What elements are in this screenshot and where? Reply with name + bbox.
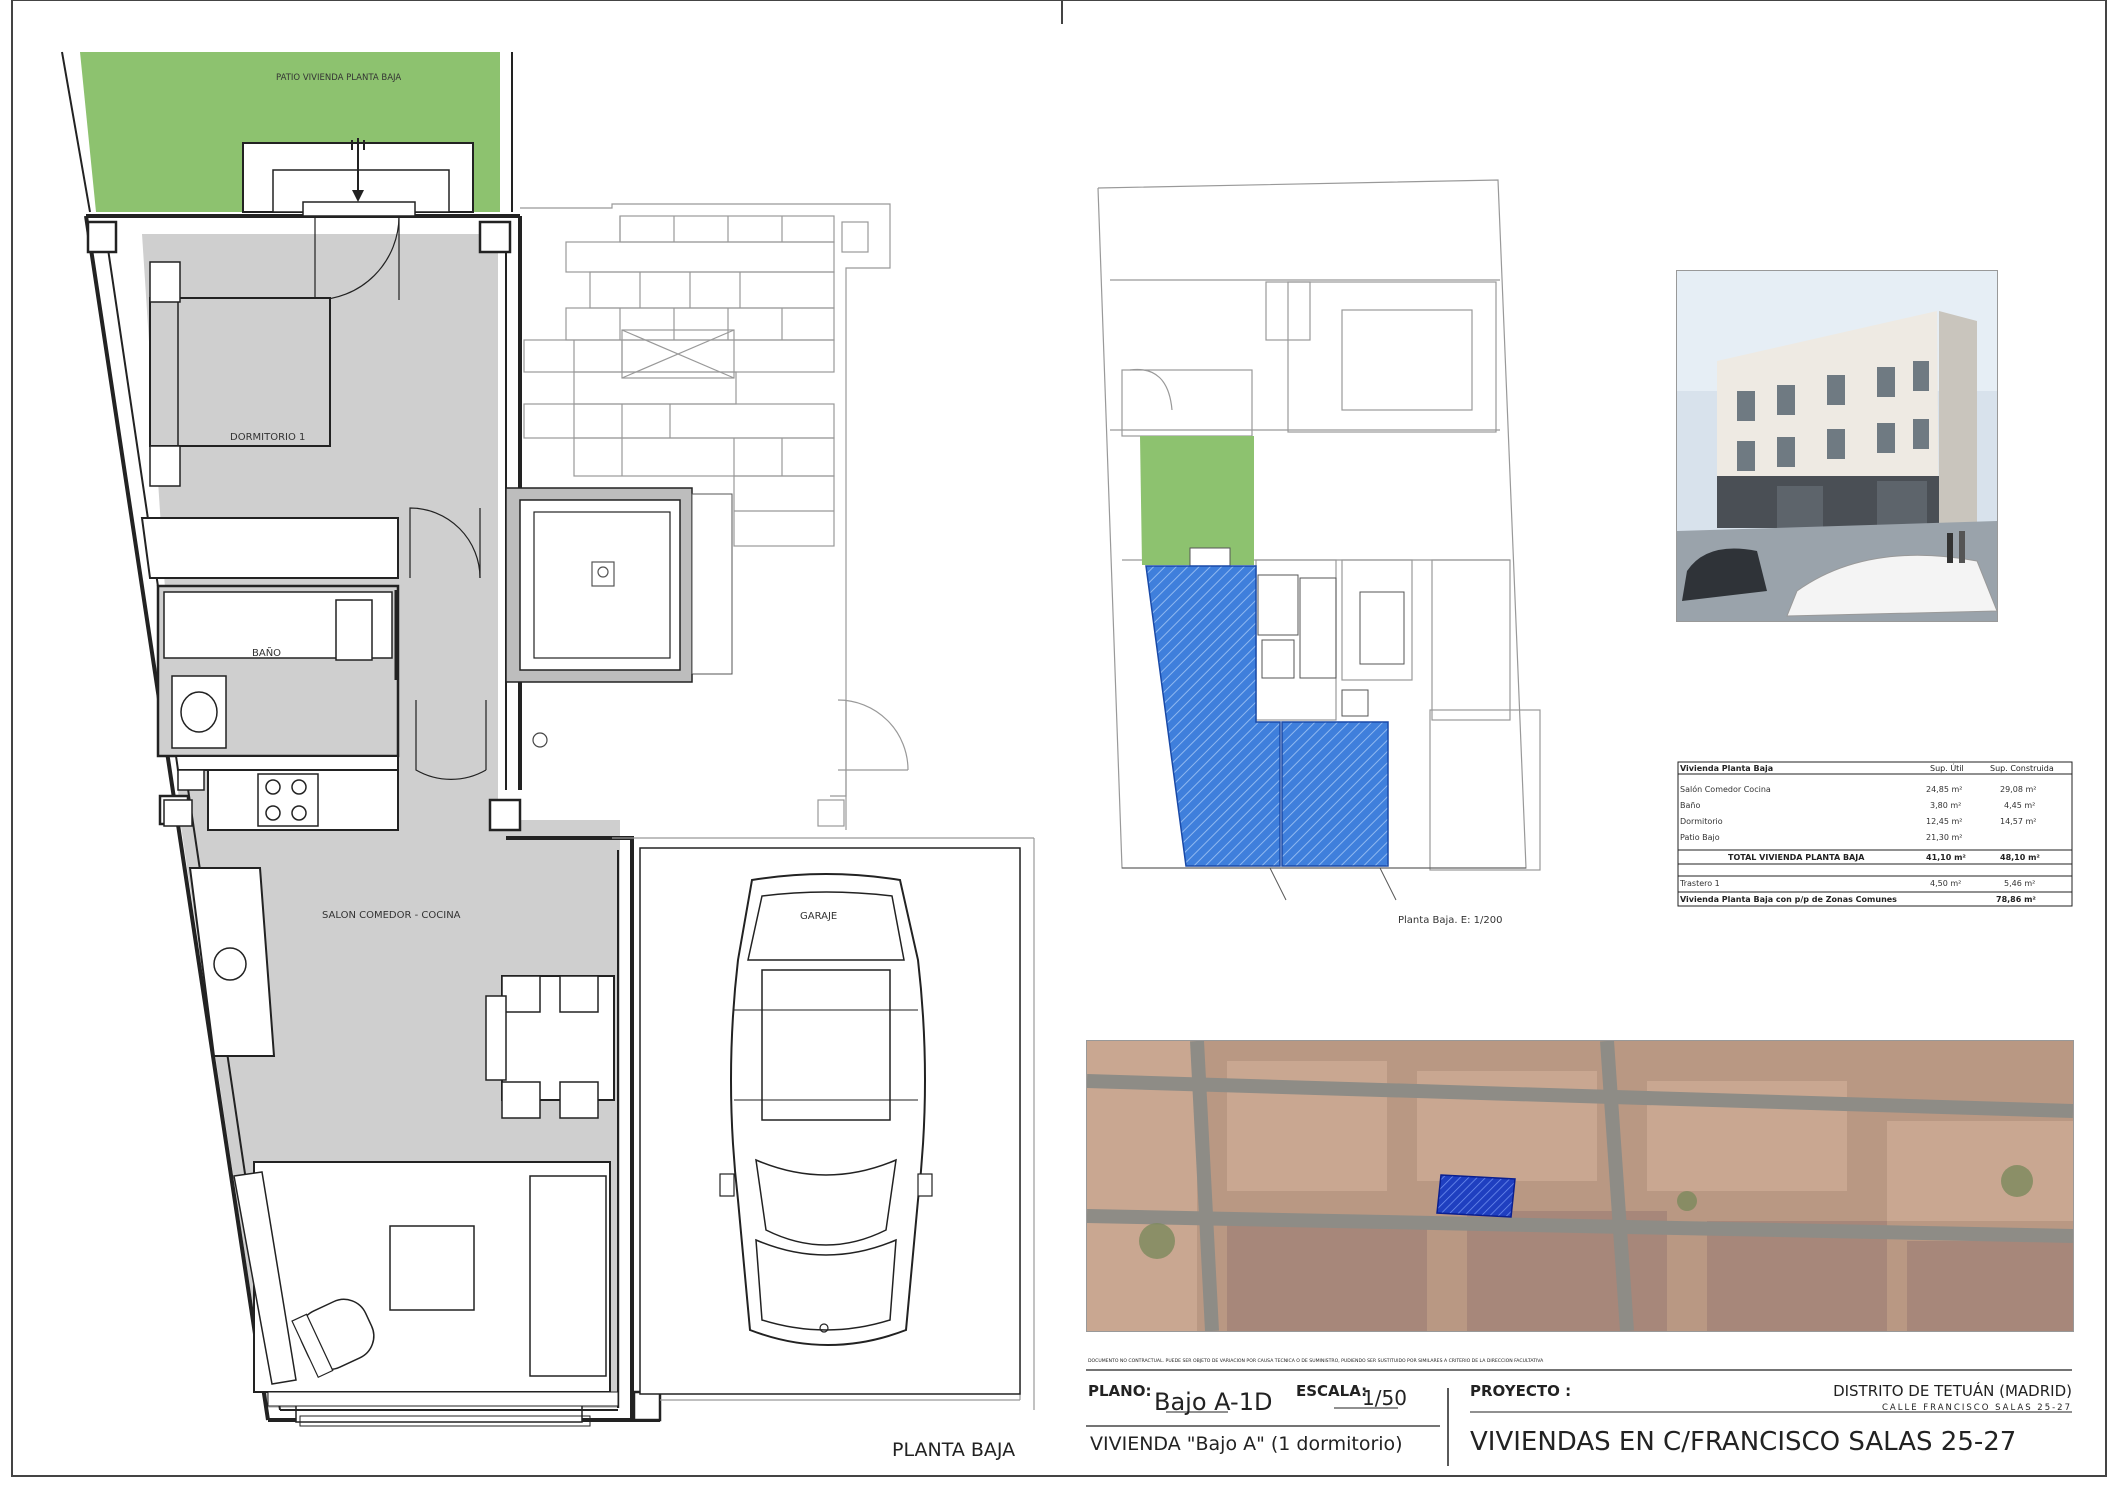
table-row-1-name: Baño: [1680, 801, 1700, 810]
disclaimer-text: DOCUMENTO NO CONTRACTUAL. PUEDE SER OBJE…: [1088, 1358, 1544, 1364]
table-row-0-name: Salón Comedor Cocina: [1680, 784, 1771, 794]
proyecto-label: PROYECTO :: [1470, 1382, 1571, 1400]
building-rendering-image: [1676, 270, 1998, 622]
table-total-cons: 48,10 m²: [2000, 853, 2040, 862]
table-row-0-cons: 29,08 m²: [2000, 785, 2036, 794]
salon-label: SALON COMEDOR - COCINA: [322, 910, 461, 921]
vivienda-label: VIVIENDA "Bajo A" (1 dormitorio): [1090, 1433, 1403, 1455]
bano-label: BAÑO: [252, 646, 281, 659]
main-floor-plan: [61, 51, 662, 1427]
table-row-1-cons: 4,45 m²: [2004, 801, 2035, 810]
dormitorio-label: DORMITORIO 1: [230, 432, 305, 443]
aerial-highlight-plot: [1436, 1174, 1516, 1218]
escala-label: ESCALA:: [1296, 1382, 1367, 1400]
table-trastero-util: 4,50 m²: [1930, 879, 1961, 888]
escala-value: 1/50: [1362, 1386, 1407, 1410]
table-row-3-name: Patio Bajo: [1680, 833, 1720, 842]
site-plan-caption: Planta Baja. E: 1/200: [1398, 915, 1502, 926]
patio-label: PATIO VIVIENDA PLANTA BAJA: [276, 73, 401, 83]
table-row-2-util: 12,45 m²: [1926, 817, 1962, 826]
view-label: PLANTA BAJA: [892, 1439, 1015, 1461]
table-trastero-cons: 5,46 m²: [2004, 879, 2035, 888]
drawing-sheet: PATIO VIVIENDA PLANTA BAJA DORMITORIO 1 …: [0, 0, 2120, 1500]
table-total-util: 41,10 m²: [1926, 853, 1966, 862]
site-highlight-garage: [1281, 721, 1389, 867]
street-label: CALLE FRANCISCO SALAS 25-27: [1882, 1403, 2072, 1413]
table-row-0-util: 24,85 m²: [1926, 785, 1962, 794]
table-total-name: TOTAL VIVIENDA PLANTA BAJA: [1728, 853, 1865, 862]
site-highlight-unit: [1145, 565, 1281, 867]
aerial-map-image: [1086, 1040, 2074, 1332]
elevator: [505, 487, 733, 748]
table-header-2: Sup. Construida: [1990, 764, 2054, 773]
project-name: VIVIENDAS EN C/FRANCISCO SALAS 25-27: [1470, 1427, 2016, 1457]
table-common-name: Vivienda Planta Baja con p/p de Zonas Co…: [1680, 895, 1897, 904]
table-row-2-name: Dormitorio: [1680, 817, 1723, 826]
district-label: DISTRITO DE TETUÁN (MADRID): [1833, 1381, 2072, 1400]
garage: [639, 847, 1021, 1395]
table-header-1: Sup. Útil: [1930, 762, 1964, 773]
plano-label: PLANO:: [1088, 1382, 1151, 1400]
garaje-label: GARAJE: [800, 911, 837, 922]
table-row-2-cons: 14,57 m²: [2000, 817, 2036, 826]
table-row-3-util: 21,30 m²: [1926, 833, 1962, 842]
table-common-value: 78,86 m²: [1996, 895, 2036, 904]
site-patio: [1140, 436, 1254, 565]
table-row-1-util: 3,80 m²: [1930, 801, 1961, 810]
table-trastero-name: Trastero 1: [1679, 879, 1720, 888]
table-header-0: Vivienda Planta Baja: [1680, 764, 1773, 773]
plano-value: Bajo A-1D: [1154, 1388, 1272, 1416]
